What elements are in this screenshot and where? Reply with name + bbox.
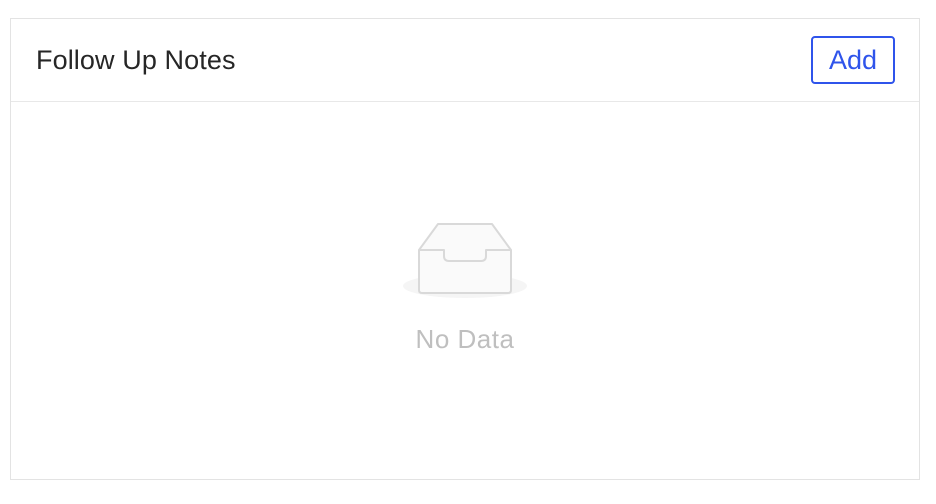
card-body: No Data xyxy=(11,102,919,479)
follow-up-notes-card: Follow Up Notes Add No Data xyxy=(10,18,920,480)
empty-state-text: No Data xyxy=(415,324,515,354)
card-title: Follow Up Notes xyxy=(36,45,236,75)
empty-state: No Data xyxy=(11,220,919,355)
empty-inbox-icon xyxy=(403,223,527,298)
add-button[interactable]: Add xyxy=(811,36,895,84)
card-header: Follow Up Notes Add xyxy=(11,19,919,102)
